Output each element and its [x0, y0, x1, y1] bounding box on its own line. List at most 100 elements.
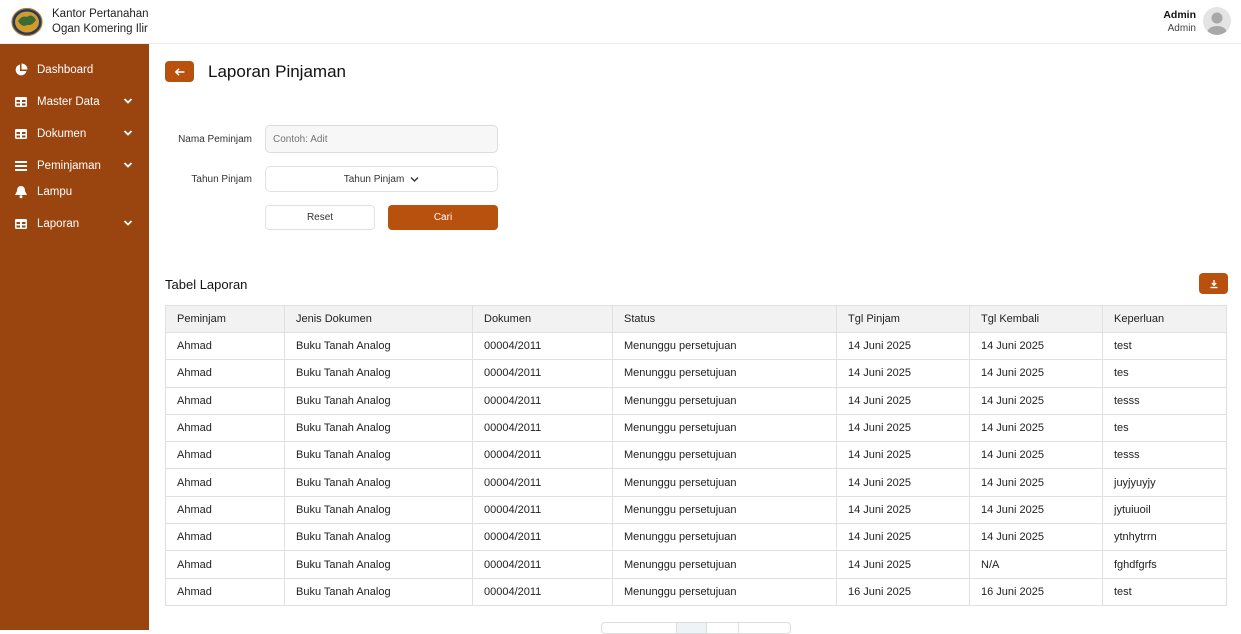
cell-tgl-pinjam: 14 Juni 2025: [836, 550, 970, 579]
table-row[interactable]: Ahmad Buku Tanah Analog 00004/2011 Menunggu…: [165, 468, 1227, 497]
cell-tgl-pinjam: 16 Juni 2025: [836, 577, 970, 606]
cell-status: Menunggu persetujuan: [612, 359, 837, 388]
table-row[interactable]: Ahmad Buku Tanah Analog 00004/2011 Menunggu…: [165, 441, 1227, 470]
cell-status: Menunggu persetujuan: [612, 468, 837, 497]
cell-tgl-kembali: N/A: [969, 550, 1103, 579]
avatar[interactable]: [1203, 7, 1231, 35]
top-bar: Kantor Pertanahan Ogan Komering Ilir Adm…: [0, 0, 1241, 44]
sidebar-item-label: Lampu: [37, 186, 73, 198]
cell-dokumen: 00004/2011: [472, 523, 613, 552]
chevron-down-icon: [123, 98, 133, 104]
pagination-current-page[interactable]: [676, 623, 707, 633]
cell-jenis-dokumen: Buku Tanah Analog: [284, 523, 473, 552]
chevron-down-icon: [123, 220, 133, 226]
list-icon: [15, 161, 27, 171]
cell-tgl-kembali: 14 Juni 2025: [969, 331, 1103, 361]
cell-tgl-pinjam: 14 Juni 2025: [836, 495, 970, 525]
table-row[interactable]: Ahmad Buku Tanah Analog 00004/2011 Menunggu…: [165, 495, 1227, 525]
cell-dokumen: 00004/2011: [472, 495, 613, 525]
sidebar-item-laporan[interactable]: Laporan: [0, 210, 149, 238]
cell-keperluan: ytnhytrrn: [1102, 523, 1227, 552]
cell-jenis-dokumen: Buku Tanah Analog: [284, 550, 473, 579]
cell-dokumen: 00004/2011: [472, 386, 613, 415]
cell-keperluan: tes: [1102, 413, 1227, 443]
brand-line-2: Ogan Komering Ilir: [52, 23, 148, 35]
chevron-down-icon: [123, 162, 133, 168]
table-row[interactable]: Ahmad Buku Tanah Analog 00004/2011 Menunggu…: [165, 523, 1227, 552]
sidebar-item-label: Laporan: [37, 218, 80, 230]
logo-icon: [11, 7, 43, 37]
cell-dokumen: 00004/2011: [472, 413, 613, 443]
cell-jenis-dokumen: Buku Tanah Analog: [284, 413, 473, 443]
cell-tgl-pinjam: 14 Juni 2025: [836, 468, 970, 497]
chevron-down-icon: [410, 176, 419, 182]
cell-dokumen: 00004/2011: [472, 359, 613, 388]
cell-keperluan: test: [1102, 577, 1227, 606]
cell-tgl-pinjam: 14 Juni 2025: [836, 359, 970, 388]
table-icon: [15, 97, 27, 107]
report-title: Tabel Laporan: [165, 277, 248, 292]
table-row[interactable]: Ahmad Buku Tanah Analog 00004/2011 Menunggu…: [165, 577, 1227, 606]
column-header-tgl-pinjam[interactable]: Tgl Pinjam: [836, 305, 970, 333]
table-row[interactable]: Ahmad Buku Tanah Analog 00004/2011 Menunggu…: [165, 386, 1227, 415]
cell-tgl-kembali: 14 Juni 2025: [969, 468, 1103, 497]
cell-dokumen: 00004/2011: [472, 468, 613, 497]
table-row[interactable]: Ahmad Buku Tanah Analog 00004/2011 Menunggu…: [165, 413, 1227, 443]
cell-peminjam: Ahmad: [165, 413, 285, 443]
column-header-peminjam[interactable]: Peminjam: [165, 305, 285, 333]
table-header-row: Peminjam Jenis Dokumen Dokumen Status Tg…: [165, 305, 1227, 333]
cell-dokumen: 00004/2011: [472, 441, 613, 470]
pie-chart-icon: [15, 63, 28, 76]
column-header-dokumen[interactable]: Dokumen: [472, 305, 613, 333]
cell-tgl-kembali: 14 Juni 2025: [969, 441, 1103, 470]
reset-button[interactable]: Reset: [265, 205, 375, 230]
cell-status: Menunggu persetujuan: [612, 386, 837, 415]
sidebar-item-master-data[interactable]: Master Data: [0, 88, 149, 116]
cell-keperluan: tes: [1102, 359, 1227, 388]
column-header-jenis-dokumen[interactable]: Jenis Dokumen: [284, 305, 473, 333]
column-header-status[interactable]: Status: [612, 305, 837, 333]
cell-keperluan: fghdfgrfs: [1102, 550, 1227, 579]
cell-keperluan: test: [1102, 331, 1227, 361]
name-filter-input[interactable]: [265, 125, 498, 153]
cell-peminjam: Ahmad: [165, 331, 285, 361]
cell-jenis-dokumen: Buku Tanah Analog: [284, 331, 473, 361]
cell-jenis-dokumen: Buku Tanah Analog: [284, 577, 473, 606]
back-button[interactable]: [165, 61, 194, 82]
cell-tgl-pinjam: 14 Juni 2025: [836, 386, 970, 415]
sidebar-item-lampu[interactable]: Lampu: [0, 178, 149, 206]
year-filter-select[interactable]: Tahun Pinjam: [265, 166, 498, 192]
table-row[interactable]: Ahmad Buku Tanah Analog 00004/2011 Menunggu…: [165, 550, 1227, 579]
cell-keperluan: tesss: [1102, 441, 1227, 470]
search-button[interactable]: Cari: [388, 205, 498, 230]
column-header-tgl-kembali[interactable]: Tgl Kembali: [969, 305, 1103, 333]
sidebar-item-dashboard[interactable]: Dashboard: [0, 56, 149, 84]
brand-line-1: Kantor Pertanahan: [52, 8, 149, 20]
table-row[interactable]: Ahmad Buku Tanah Analog 00004/2011 Menunggu…: [165, 359, 1227, 388]
cell-keperluan: juyjyuyjy: [1102, 468, 1227, 497]
cell-jenis-dokumen: Buku Tanah Analog: [284, 359, 473, 388]
cell-tgl-pinjam: 14 Juni 2025: [836, 441, 970, 470]
sidebar-item-label: Peminjaman: [37, 160, 101, 172]
sidebar-item-dokumen[interactable]: Dokumen: [0, 120, 149, 148]
pagination[interactable]: [601, 622, 791, 634]
cell-jenis-dokumen: Buku Tanah Analog: [284, 441, 473, 470]
cell-status: Menunggu persetujuan: [612, 523, 837, 552]
cell-status: Menunggu persetujuan: [612, 413, 837, 443]
user-role: Admin: [1167, 23, 1196, 34]
reset-button-label: Reset: [306, 212, 334, 223]
download-button[interactable]: [1199, 273, 1228, 294]
user-avatar-icon: [1207, 12, 1227, 35]
name-filter-label: Nama Peminjam: [178, 134, 252, 145]
pagination-divider: [738, 623, 739, 633]
column-header-keperluan[interactable]: Keperluan: [1102, 305, 1227, 333]
table-row[interactable]: Ahmad Buku Tanah Analog 00004/2011 Menunggu…: [165, 331, 1227, 361]
cell-tgl-kembali: 14 Juni 2025: [969, 386, 1103, 415]
sidebar-item-peminjaman[interactable]: Peminjaman: [0, 152, 149, 180]
cell-tgl-pinjam: 14 Juni 2025: [836, 331, 970, 361]
user-info[interactable]: Admin Admin: [1163, 9, 1196, 35]
brand-name: Kantor Pertanahan Ogan Komering Ilir: [52, 7, 149, 37]
user-name: Admin: [1163, 9, 1196, 21]
cell-jenis-dokumen: Buku Tanah Analog: [284, 495, 473, 525]
cell-status: Menunggu persetujuan: [612, 495, 837, 525]
